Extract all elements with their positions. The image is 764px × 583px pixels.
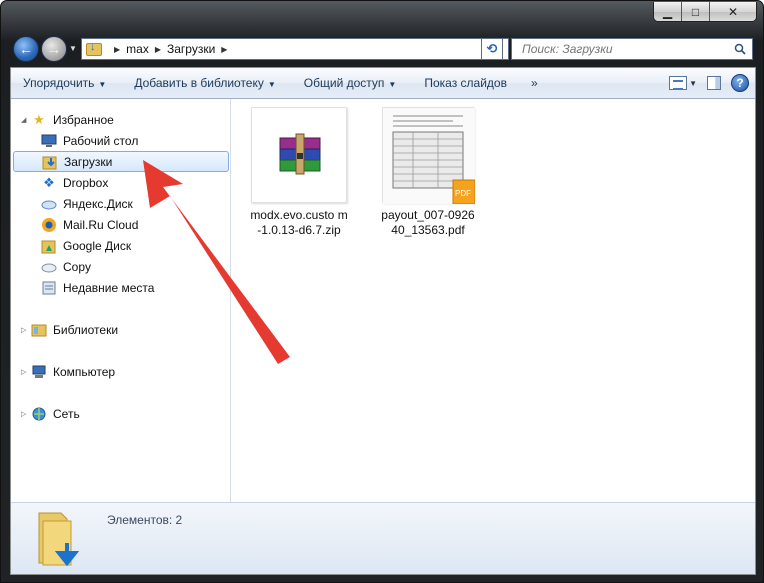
computer-icon xyxy=(31,364,47,380)
sidebar-item-dropbox[interactable]: ❖ Dropbox xyxy=(11,172,108,193)
sidebar-item-label: Dropbox xyxy=(63,175,109,190)
slideshow-label: Показ слайдов xyxy=(424,76,507,90)
downloads-folder-large-icon xyxy=(33,507,85,567)
expand-arrow-icon[interactable]: ▷ xyxy=(21,368,31,376)
add-to-library-button[interactable]: Добавить в библиотеку ▼ xyxy=(130,72,279,94)
breadcrumb-separator-icon[interactable]: ▶ xyxy=(155,45,161,54)
google-drive-icon xyxy=(41,238,57,254)
yandex-disk-icon xyxy=(41,196,57,212)
sidebar-item-label: Яндекс.Диск xyxy=(63,196,133,211)
sidebar-libraries[interactable]: ▷ Библиотеки xyxy=(11,319,118,340)
close-button[interactable]: ✕ xyxy=(710,2,756,21)
content-area: Упорядочить ▼ Добавить в библиотеку ▼ Общи… xyxy=(10,67,756,575)
command-bar: Упорядочить ▼ Добавить в библиотеку ▼ Общи… xyxy=(11,68,755,99)
network-icon xyxy=(31,406,47,422)
organize-label: Упорядочить xyxy=(23,76,95,90)
sidebar-item-label: Google Диск xyxy=(63,238,132,253)
sidebar-favorites-label: Избранное xyxy=(53,112,114,127)
address-bar[interactable]: ▶ max ▶ Загрузки ▶ ▼ xyxy=(81,38,509,60)
sidebar-item-label: Недавние места xyxy=(63,280,155,295)
view-dropdown-arrow-icon[interactable]: ▼ xyxy=(689,79,697,88)
sidebar-computer[interactable]: ▷ Компьютер xyxy=(11,361,115,382)
libraries-icon xyxy=(31,322,47,338)
svg-text:PDF: PDF xyxy=(455,189,471,198)
sidebar-item-yandex-disk[interactable]: Яндекс.Диск xyxy=(11,193,133,214)
forward-button[interactable]: → xyxy=(41,36,67,62)
mailru-cloud-icon xyxy=(41,217,57,233)
recent-places-icon xyxy=(41,280,57,296)
pdf-document-icon: PDF xyxy=(382,107,476,205)
share-button[interactable]: Общий доступ ▼ xyxy=(300,72,401,94)
sidebar-computer-label: Компьютер xyxy=(53,364,116,379)
refresh-button[interactable]: ⟲ xyxy=(481,38,503,60)
sidebar-item-label: Загрузки xyxy=(64,154,113,169)
sidebar-item-label: Mail.Ru Cloud xyxy=(63,217,139,232)
dropbox-icon: ❖ xyxy=(43,174,55,190)
add-to-library-label: Добавить в библиотеку xyxy=(134,76,264,90)
search-box[interactable] xyxy=(511,38,753,60)
more-commands-button[interactable]: » xyxy=(531,76,538,90)
maximize-button[interactable]: □ xyxy=(682,2,710,21)
dropdown-arrow-icon: ▼ xyxy=(267,80,276,89)
search-input[interactable] xyxy=(520,41,720,57)
file-item-pdf[interactable]: PDF payout_007-0926 40_13563.pdf xyxy=(378,107,478,238)
dropdown-arrow-icon: ▼ xyxy=(98,80,107,89)
sidebar-favorites[interactable]: ◢ ★ Избранное xyxy=(11,109,114,130)
sidebar-item-label: Рабочий стол xyxy=(63,133,139,148)
winrar-archive-icon xyxy=(251,107,347,203)
sidebar-network[interactable]: ▷ Сеть xyxy=(11,403,80,424)
file-list: modx.evo.custo m-1.0.13-d6.7.zip PDF pay… xyxy=(232,99,755,504)
file-name: modx.evo.custo m-1.0.13-d6.7.zip xyxy=(250,208,348,237)
organize-button[interactable]: Упорядочить ▼ xyxy=(19,72,110,94)
slideshow-button[interactable]: Показ слайдов xyxy=(420,72,511,94)
refresh-icon: ⟲ xyxy=(486,41,498,56)
sidebar-item-desktop[interactable]: Рабочий стол xyxy=(11,130,138,151)
sidebar-network-label: Сеть xyxy=(53,406,80,421)
sidebar-item-google-drive[interactable]: Google Диск xyxy=(11,235,131,256)
desktop-icon xyxy=(41,133,57,149)
breadcrumb-max[interactable]: max xyxy=(126,42,149,56)
forward-arrow-icon: → xyxy=(47,41,61,57)
copy-cloud-icon xyxy=(41,259,57,275)
back-arrow-icon: ← xyxy=(19,41,33,57)
dropdown-arrow-icon: ▼ xyxy=(388,80,397,89)
details-pane: Элементов: 2 xyxy=(11,502,755,574)
expand-arrow-icon[interactable]: ▷ xyxy=(21,326,31,334)
item-count: Элементов: 2 xyxy=(107,513,183,527)
downloads-folder-icon xyxy=(42,154,58,170)
view-controls: ▼ ? xyxy=(669,74,749,92)
expand-arrow-icon[interactable]: ◢ xyxy=(21,116,31,124)
sidebar-item-mailru-cloud[interactable]: Mail.Ru Cloud xyxy=(11,214,138,235)
file-name: payout_007-0926 40_13563.pdf xyxy=(381,208,475,237)
change-view-icon[interactable] xyxy=(669,76,688,90)
navigation-row: ← → ▼ ▶ max ▶ Загрузки ▶ ▼ ⟲ xyxy=(11,34,753,64)
recent-pages-dropdown[interactable]: ▼ xyxy=(69,44,77,53)
downloads-folder-icon xyxy=(86,41,102,56)
sidebar-item-copy[interactable]: Copy xyxy=(11,256,91,277)
sidebar-item-recent-places[interactable]: Недавние места xyxy=(11,277,154,298)
explorer-window: ▁ □ ✕ ← → ▼ ▶ max ▶ Загрузки ▶ ▼ ⟲ xyxy=(0,0,764,583)
breadcrumb-separator-icon[interactable]: ▶ xyxy=(221,45,227,54)
preview-pane-icon[interactable] xyxy=(707,76,721,90)
expand-arrow-icon[interactable]: ▷ xyxy=(21,410,31,418)
navigation-pane: ◢ ★ Избранное Рабочий стол Загрузки ❖ Dr… xyxy=(11,99,231,504)
search-icon[interactable] xyxy=(734,43,746,55)
minimize-button[interactable]: ▁ xyxy=(654,2,682,21)
back-button[interactable]: ← xyxy=(13,36,39,62)
breadcrumb-downloads[interactable]: Загрузки xyxy=(167,42,215,56)
caption-buttons: ▁ □ ✕ xyxy=(653,2,757,22)
breadcrumb-separator-icon[interactable]: ▶ xyxy=(114,45,120,54)
sidebar-item-downloads[interactable]: Загрузки xyxy=(13,151,229,172)
file-item-zip[interactable]: modx.evo.custo m-1.0.13-d6.7.zip xyxy=(249,107,349,238)
sidebar-item-label: Copy xyxy=(63,259,92,274)
sidebar-libraries-label: Библиотеки xyxy=(53,322,119,337)
help-icon[interactable]: ? xyxy=(731,74,749,92)
share-label: Общий доступ xyxy=(303,76,385,90)
star-icon: ★ xyxy=(33,111,45,127)
